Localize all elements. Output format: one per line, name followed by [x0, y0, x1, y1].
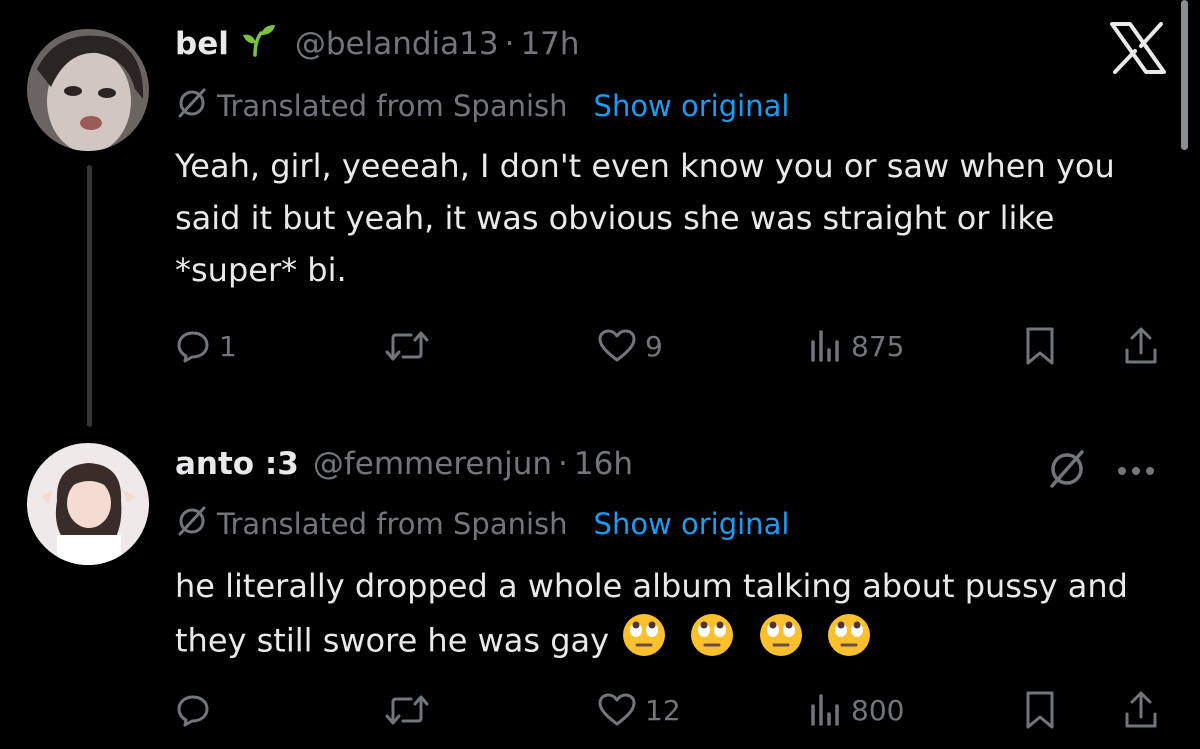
translate-icon[interactable] — [1046, 448, 1088, 494]
tweet-header: bel @belandia13 · 17h — [175, 22, 580, 66]
display-name[interactable]: anto :3 — [175, 446, 299, 482]
views-count: 800 — [851, 693, 905, 727]
thread-line — [87, 165, 92, 427]
reply-icon — [175, 692, 211, 728]
views-count: 875 — [851, 329, 905, 363]
repost-button[interactable] — [385, 322, 437, 370]
bookmark-button[interactable] — [1023, 686, 1057, 734]
tweet-text: Yeah, girl, yeeeah, I don't even know yo… — [175, 147, 1115, 289]
reply-button[interactable]: 1 — [175, 322, 237, 370]
x-logo-icon[interactable] — [1108, 22, 1168, 78]
like-count: 12 — [645, 693, 681, 727]
share-button[interactable] — [1123, 686, 1159, 734]
translated-label: Translated from Spanish — [217, 89, 568, 123]
like-button[interactable]: 9 — [597, 322, 663, 370]
scrollbar[interactable] — [1181, 0, 1188, 150]
heart-icon — [597, 328, 637, 364]
handle[interactable]: @belandia13 — [295, 26, 499, 62]
action-bar: 12 800 — [175, 686, 1175, 734]
translate-icon — [175, 86, 209, 127]
eye-roll-emoji — [758, 612, 804, 673]
translate-icon — [175, 504, 209, 545]
translated-label: Translated from Spanish — [217, 507, 568, 541]
repost-icon — [385, 328, 429, 364]
repost-button[interactable] — [385, 686, 437, 734]
views-icon — [807, 328, 843, 364]
views-button[interactable]: 875 — [807, 322, 904, 370]
reply-count: 1 — [219, 329, 237, 363]
eye-roll-emoji — [621, 612, 667, 673]
avatar[interactable] — [27, 29, 149, 151]
tweet-top-right — [1046, 448, 1156, 494]
eye-roll-emoji-group — [609, 614, 872, 660]
more-icon[interactable] — [1116, 462, 1156, 481]
share-icon — [1123, 326, 1159, 366]
eye-roll-emoji — [689, 612, 735, 673]
reply-button[interactable] — [175, 686, 219, 734]
like-count: 9 — [645, 329, 663, 363]
timestamp[interactable]: 17h — [520, 26, 579, 62]
repost-icon — [385, 692, 429, 728]
tweet-text-block: he literally dropped a whole album talki… — [175, 560, 1165, 673]
timestamp[interactable]: 16h — [574, 446, 633, 482]
like-button[interactable]: 12 — [597, 686, 681, 734]
eye-roll-emoji — [826, 612, 872, 673]
display-name[interactable]: bel — [175, 26, 229, 62]
show-original-link[interactable]: Show original — [594, 89, 790, 123]
handle[interactable]: @femmerenjun — [313, 446, 552, 482]
views-icon — [807, 692, 843, 728]
reply-icon — [175, 328, 211, 364]
translation-notice: Translated from Spanish Show original — [175, 86, 789, 126]
share-icon — [1123, 690, 1159, 730]
heart-icon — [597, 692, 637, 728]
separator-dot: · — [558, 446, 568, 482]
share-button[interactable] — [1123, 322, 1159, 370]
bookmark-icon — [1023, 690, 1057, 730]
separator-dot: · — [504, 26, 515, 62]
avatar[interactable] — [27, 443, 149, 565]
tweet-header: anto :3 @femmerenjun · 16h — [175, 442, 633, 486]
translation-notice: Translated from Spanish Show original — [175, 504, 789, 544]
bookmark-icon — [1023, 326, 1057, 366]
sprout-icon — [241, 23, 277, 65]
show-original-link[interactable]: Show original — [594, 507, 790, 541]
action-bar: 1 9 875 — [175, 322, 1175, 370]
bookmark-button[interactable] — [1023, 322, 1057, 370]
views-button[interactable]: 800 — [807, 686, 904, 734]
